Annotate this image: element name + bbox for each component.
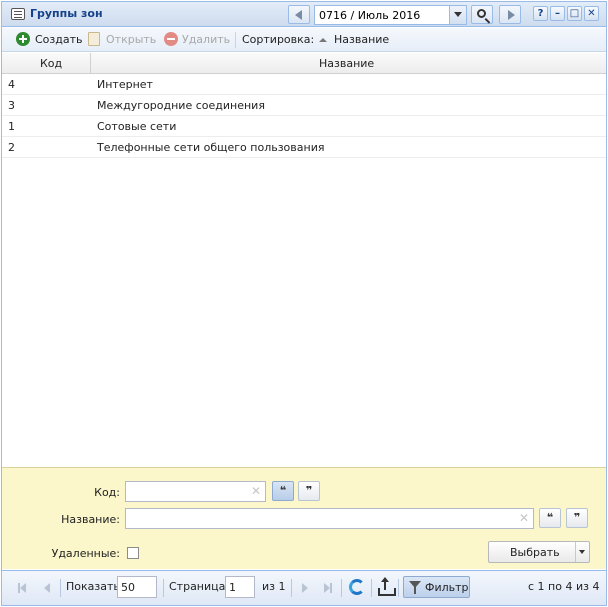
table-row[interactable]: 3 Междугородние соединения	[2, 95, 606, 116]
grid-header: Код Название	[2, 53, 606, 74]
toolbar-separator	[235, 32, 236, 48]
cell-name: Интернет	[97, 78, 153, 91]
zone-groups-window: Группы зон 0716 / Июль 2016 ? – □ ✕ Созд…	[1, 1, 607, 606]
close-button[interactable]: ✕	[584, 6, 599, 21]
refresh-icon[interactable]	[349, 579, 365, 595]
grid-body: 4 Интернет 3 Междугородние соединения 1 …	[2, 74, 606, 467]
period-value: 0716 / Июль 2016	[319, 9, 421, 22]
open-document-icon	[88, 32, 100, 46]
select-button-label: Выбрать	[510, 546, 560, 559]
column-divider[interactable]	[90, 53, 91, 74]
search-period-button[interactable]	[471, 5, 493, 24]
prev-period-button[interactable]	[288, 5, 310, 24]
column-header-name[interactable]: Название	[319, 57, 374, 70]
cell-code: 3	[8, 99, 15, 112]
paging-separator	[60, 579, 61, 597]
paging-bar: Показать 50 Страница 1 из 1 Фильтр с 1 п…	[2, 570, 606, 605]
prev-page-icon[interactable]	[44, 583, 50, 593]
delete-button[interactable]: Удалить	[182, 33, 230, 46]
cell-name: Междугородние соединения	[97, 99, 265, 112]
page-label: Страница	[169, 580, 226, 593]
next-period-button[interactable]	[499, 5, 521, 24]
page-size-label: Показать	[66, 580, 120, 593]
deleted-checkbox[interactable]	[127, 547, 139, 559]
clear-icon[interactable]: ✕	[251, 484, 261, 498]
toolbar: Создать Открыть Удалить Сортировка: Назв…	[2, 28, 606, 52]
name-exact-open-quote-button[interactable]: ❝	[539, 508, 561, 528]
filter-button-label: Фильтр	[425, 581, 469, 594]
table-row[interactable]: 4 Интернет	[2, 74, 606, 95]
cell-code: 1	[8, 120, 15, 133]
chevron-down-icon[interactable]	[575, 542, 589, 562]
minus-circle-icon	[164, 32, 178, 46]
period-select[interactable]: 0716 / Июль 2016	[314, 5, 467, 25]
cell-code: 4	[8, 78, 15, 91]
code-filter-input[interactable]: ✕	[125, 481, 266, 502]
clear-icon[interactable]: ✕	[519, 511, 529, 525]
name-filter-input[interactable]: ✕	[125, 508, 534, 529]
sort-label: Сортировка:	[242, 33, 315, 46]
filter-toggle-button[interactable]: Фильтр	[403, 576, 470, 598]
funnel-icon	[409, 581, 421, 594]
plus-circle-icon[interactable]	[16, 32, 30, 46]
code-filter-label: Код:	[94, 486, 120, 499]
chevron-down-icon[interactable]	[449, 6, 466, 24]
maximize-button[interactable]: □	[567, 6, 582, 21]
minimize-button[interactable]: –	[550, 6, 565, 21]
paging-separator	[341, 579, 342, 597]
page-size-input[interactable]: 50	[117, 576, 157, 598]
title-bar: Группы зон 0716 / Июль 2016 ? – □ ✕	[2, 2, 606, 27]
open-button[interactable]: Открыть	[106, 33, 156, 46]
arrow-right-icon	[508, 10, 515, 20]
paging-separator	[163, 579, 164, 597]
last-page-icon[interactable]	[324, 583, 332, 593]
filter-panel: Код: ✕ ❝ ❞ Название: ✕ ❝ ❞ Удаленные: Вы…	[2, 467, 606, 569]
next-page-icon[interactable]	[302, 583, 308, 593]
search-icon	[477, 9, 486, 18]
page-number-input[interactable]: 1	[225, 576, 255, 598]
cell-name: Сотовые сети	[97, 120, 177, 133]
arrow-left-icon	[295, 10, 302, 20]
paging-summary: с 1 по 4 из 4	[528, 580, 600, 593]
export-icon[interactable]	[378, 579, 396, 596]
paging-separator	[291, 579, 292, 597]
select-button[interactable]: Выбрать	[488, 541, 590, 563]
paging-separator	[371, 579, 372, 597]
window-title: Группы зон	[30, 7, 103, 20]
code-exact-close-quote-button[interactable]: ❞	[298, 481, 320, 501]
table-row[interactable]: 1 Сотовые сети	[2, 116, 606, 137]
sort-field-button[interactable]: Название	[334, 33, 389, 46]
name-filter-label: Название:	[61, 513, 120, 526]
help-button[interactable]: ?	[533, 6, 548, 21]
cell-name: Телефонные сети общего пользования	[97, 141, 325, 154]
sort-ascending-icon	[319, 38, 327, 42]
cell-code: 2	[8, 141, 15, 154]
paging-separator	[398, 579, 399, 597]
deleted-filter-label: Удаленные:	[51, 547, 120, 560]
column-header-code[interactable]: Код	[40, 57, 62, 70]
table-row[interactable]: 2 Телефонные сети общего пользования	[2, 137, 606, 158]
code-exact-open-quote-button[interactable]: ❝	[272, 481, 294, 501]
create-button[interactable]: Создать	[35, 33, 83, 46]
first-page-icon[interactable]	[18, 583, 26, 593]
page-count-label: из 1	[262, 580, 286, 593]
name-exact-close-quote-button[interactable]: ❞	[566, 508, 588, 528]
window-icon	[11, 8, 25, 20]
